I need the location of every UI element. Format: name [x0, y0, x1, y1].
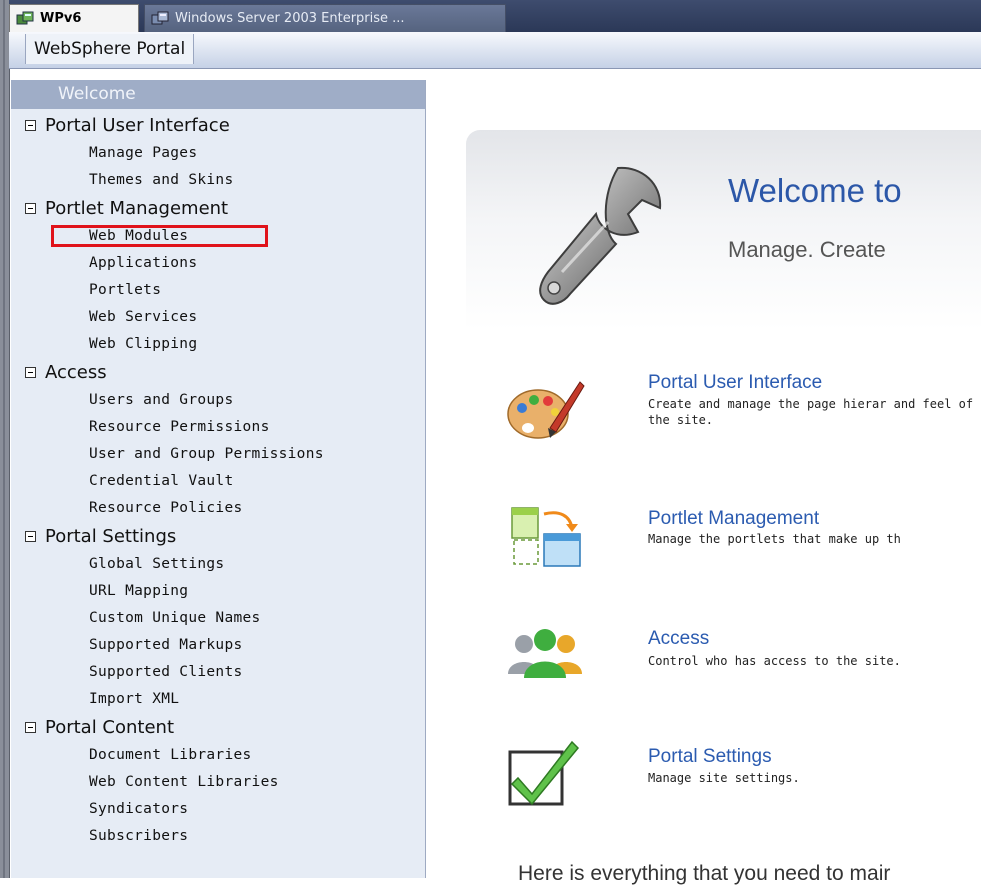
nav-tree: Portal User Interface Manage Pages Theme… — [11, 111, 425, 850]
nav-item-applications[interactable]: Applications — [11, 250, 425, 277]
tab-windows-server[interactable]: Windows Server 2003 Enterprise ... — [144, 4, 506, 32]
nav-item-web-modules[interactable]: Web Modules — [11, 223, 425, 250]
nav-item-supported-clients[interactable]: Supported Clients — [11, 659, 425, 686]
nav-item-portlets[interactable]: Portlets — [11, 277, 425, 304]
nav-item-web-content-libraries[interactable]: Web Content Libraries — [11, 769, 425, 796]
nav-item-url-mapping[interactable]: URL Mapping — [11, 578, 425, 605]
nav-item-credential-vault[interactable]: Credential Vault — [11, 468, 425, 495]
highlight-box — [51, 225, 268, 247]
tab-label: WPv6 — [40, 11, 82, 26]
sidebar: Welcome Portal User Interface Manage Pag… — [11, 80, 426, 878]
nav-item-manage-pages[interactable]: Manage Pages — [11, 140, 425, 167]
footer-text: Here is everything that you need to mair — [518, 862, 891, 885]
nav-section-portal-content[interactable]: Portal Content — [11, 713, 425, 742]
server-icon — [16, 11, 34, 24]
feature-description: Manage the portlets that make up th — [648, 532, 901, 546]
nav-item-custom-unique-names[interactable]: Custom Unique Names — [11, 605, 425, 632]
sidebar-welcome[interactable]: Welcome — [11, 80, 425, 109]
portal-header: WebSphere Portal — [9, 32, 981, 69]
collapse-icon[interactable] — [25, 722, 36, 733]
welcome-hero: Welcome to Manage. Create — [466, 130, 981, 330]
server-icon — [151, 11, 169, 24]
feature-title[interactable]: Access — [648, 628, 709, 650]
palette-icon — [507, 381, 585, 439]
nav-item-resource-policies[interactable]: Resource Policies — [11, 495, 425, 522]
collapse-icon[interactable] — [25, 367, 36, 378]
nav-section-label: Portlet Management — [45, 198, 229, 219]
feature-description: Control who has access to the site. — [648, 654, 901, 668]
feature-title[interactable]: Portlet Management — [648, 508, 819, 530]
nav-item-document-libraries[interactable]: Document Libraries — [11, 742, 425, 769]
collapse-icon[interactable] — [25, 531, 36, 542]
nav-section-label: Portal Settings — [45, 526, 177, 547]
collapse-icon[interactable] — [25, 120, 36, 131]
nav-section-access[interactable]: Access — [11, 358, 425, 387]
nav-item-syndicators[interactable]: Syndicators — [11, 796, 425, 823]
hero-title: Welcome to — [728, 172, 902, 209]
nav-section-portal-user-interface[interactable]: Portal User Interface — [11, 111, 425, 140]
feature-title[interactable]: Portal Settings — [648, 746, 772, 768]
nav-item-supported-markups[interactable]: Supported Markups — [11, 632, 425, 659]
nav-item-user-and-group-permissions[interactable]: User and Group Permissions — [11, 441, 425, 468]
nav-item-subscribers[interactable]: Subscribers — [11, 823, 425, 850]
nav-section-label: Access — [45, 362, 107, 383]
tab-label: Windows Server 2003 Enterprise ... — [175, 11, 405, 26]
tab-strip: WPv6 Windows Server 2003 Enterprise ... — [9, 0, 981, 32]
wrench-icon — [539, 166, 662, 305]
nav-item-import-xml[interactable]: Import XML — [11, 686, 425, 713]
nav-section-label: Portal Content — [45, 717, 175, 738]
nav-section-portlet-management[interactable]: Portlet Management — [11, 194, 425, 223]
nav-item-web-clipping[interactable]: Web Clipping — [11, 331, 425, 358]
nav-item-resource-permissions[interactable]: Resource Permissions — [11, 414, 425, 441]
feature-title[interactable]: Portal User Interface — [648, 372, 822, 394]
checkbox-check-icon — [508, 740, 580, 806]
nav-item-users-and-groups[interactable]: Users and Groups — [11, 387, 425, 414]
nav-item-global-settings[interactable]: Global Settings — [11, 551, 425, 578]
nav-item-themes-and-skins[interactable]: Themes and Skins — [11, 167, 425, 194]
nav-item-web-services[interactable]: Web Services — [11, 304, 425, 331]
portlet-layout-icon — [511, 507, 581, 567]
feature-description: Create and manage the page hierar and fe… — [648, 397, 974, 427]
portal-title[interactable]: WebSphere Portal — [25, 34, 195, 64]
nav-section-label: Portal User Interface — [45, 115, 230, 136]
hero-subtitle: Manage. Create — [728, 237, 886, 262]
window-frame — [0, 0, 10, 878]
tab-wpv6[interactable]: WPv6 — [9, 4, 139, 32]
nav-section-portal-settings[interactable]: Portal Settings — [11, 522, 425, 551]
feature-description: Manage site settings. — [648, 771, 800, 785]
collapse-icon[interactable] — [25, 203, 36, 214]
users-group-icon — [508, 629, 582, 678]
